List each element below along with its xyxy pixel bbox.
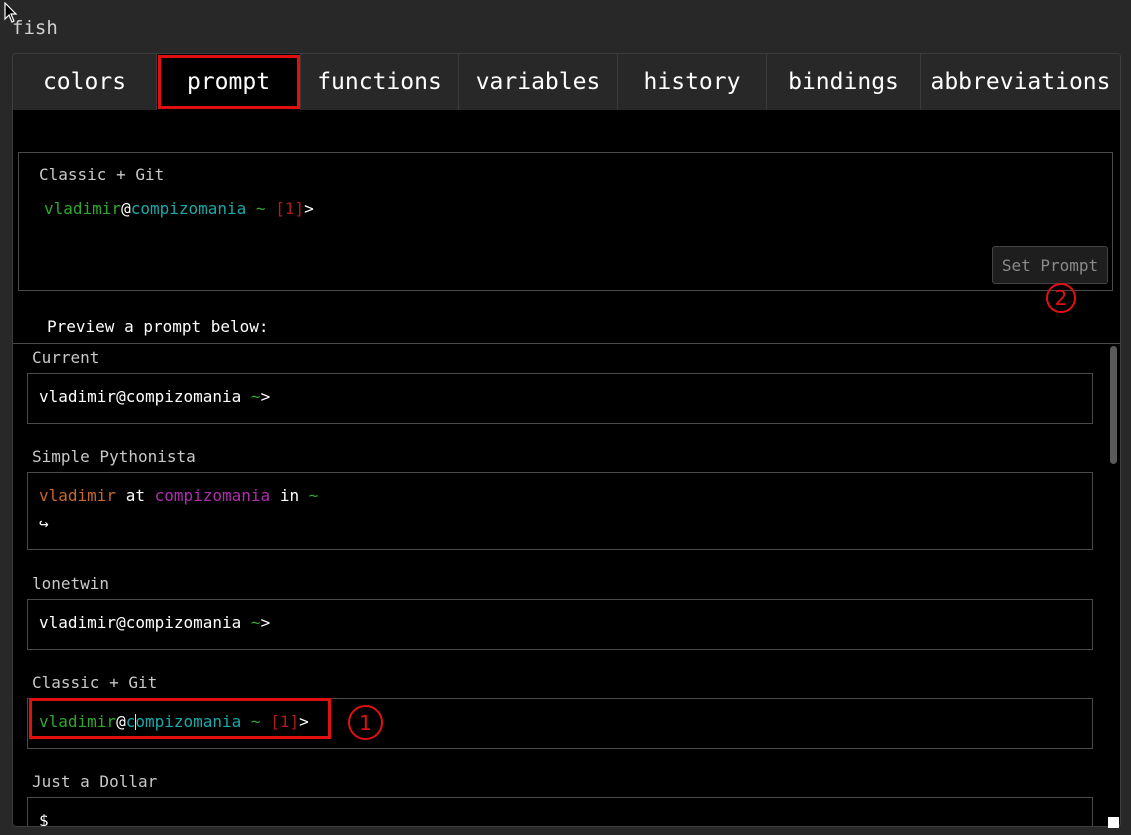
prompt-title-lonetwin: lonetwin bbox=[32, 574, 110, 593]
prompt-title-current: Current bbox=[32, 348, 100, 367]
annotation-marker-1: 1 bbox=[348, 705, 383, 740]
selected-prompt-panel: Classic + Git vladimir@compizomania ~ [1… bbox=[18, 152, 1113, 313]
prompt-user: vladimir bbox=[39, 486, 117, 505]
tab-bar: colors prompt functions variables histor… bbox=[13, 54, 1120, 110]
prompt-status: [1] bbox=[275, 199, 305, 218]
scrollbar-thumb[interactable] bbox=[1110, 346, 1117, 464]
tab-colors[interactable]: colors bbox=[13, 54, 157, 110]
prompt-title-simple-pythonista: Simple Pythonista bbox=[32, 447, 196, 466]
prompt-preview-simple-pythonista: vladimir at compizomania in ~ bbox=[39, 486, 318, 505]
prompt-path: ~ bbox=[241, 387, 261, 406]
prompt-host: compizomania bbox=[130, 199, 247, 218]
prompt-preview-just-a-dollar: $ bbox=[39, 811, 49, 827]
selected-prompt-preview: vladimir@compizomania ~ [1]> bbox=[44, 199, 314, 218]
tab-prompt[interactable]: prompt bbox=[157, 54, 301, 110]
prompt-path: ~ bbox=[241, 613, 261, 632]
prompt-suffix: > bbox=[260, 387, 271, 406]
prompt-at: @ bbox=[121, 199, 131, 218]
prompt-in-word: in bbox=[270, 486, 309, 505]
prompt-card-just-a-dollar[interactable]: $ bbox=[27, 797, 1093, 827]
set-prompt-button[interactable]: Set Prompt bbox=[992, 246, 1108, 284]
prompt-card-lonetwin[interactable]: vladimir@compizomania ~> bbox=[27, 599, 1093, 650]
preview-instruction: Preview a prompt below: bbox=[47, 317, 269, 336]
prompt-preview-lonetwin: vladimir@compizomania ~> bbox=[39, 613, 270, 632]
prompt-title-classic-git: Classic + Git bbox=[32, 673, 158, 692]
prompt-user-host: vladimir@compizomania bbox=[39, 387, 242, 406]
prompt-title-just-a-dollar: Just a Dollar bbox=[32, 772, 158, 791]
app-title: fish bbox=[12, 17, 58, 39]
scrollbar[interactable] bbox=[1109, 346, 1118, 826]
prompt-path: ~ bbox=[308, 486, 319, 505]
prompt-preview-current: vladimir@compizomania ~> bbox=[39, 387, 270, 406]
prompt-preview-list: Current vladimir@compizomania ~> Simple … bbox=[13, 343, 1120, 827]
tab-bindings[interactable]: bindings bbox=[767, 54, 921, 110]
selected-prompt-name: Classic + Git bbox=[39, 165, 165, 184]
prompt-card-simple-pythonista[interactable]: vladimir at compizomania in ~ ↪ bbox=[27, 472, 1093, 550]
tab-history[interactable]: history bbox=[618, 54, 767, 110]
prompt-host: compizomania bbox=[154, 486, 271, 505]
tab-functions[interactable]: functions bbox=[301, 54, 459, 110]
prompt-at-word: at bbox=[116, 486, 155, 505]
config-window: colors prompt functions variables histor… bbox=[12, 53, 1121, 827]
resize-grip-icon[interactable] bbox=[1108, 817, 1119, 828]
prompt-suffix: > bbox=[260, 613, 271, 632]
fish-config-screen: fish colors prompt functions variables h… bbox=[0, 0, 1131, 835]
tab-abbreviations[interactable]: abbreviations bbox=[921, 54, 1120, 110]
prompt-path: ~ bbox=[246, 199, 276, 218]
annotation-highlight-box bbox=[29, 698, 331, 739]
return-arrow-icon: ↪ bbox=[39, 514, 49, 533]
annotation-marker-2: 2 bbox=[1046, 283, 1076, 313]
prompt-user: vladimir bbox=[44, 199, 122, 218]
prompt-user-host: vladimir@compizomania bbox=[39, 613, 242, 632]
prompt-suffix: > bbox=[304, 199, 314, 218]
prompt-card-current[interactable]: vladimir@compizomania ~> bbox=[27, 373, 1093, 424]
tab-variables[interactable]: variables bbox=[459, 54, 618, 110]
